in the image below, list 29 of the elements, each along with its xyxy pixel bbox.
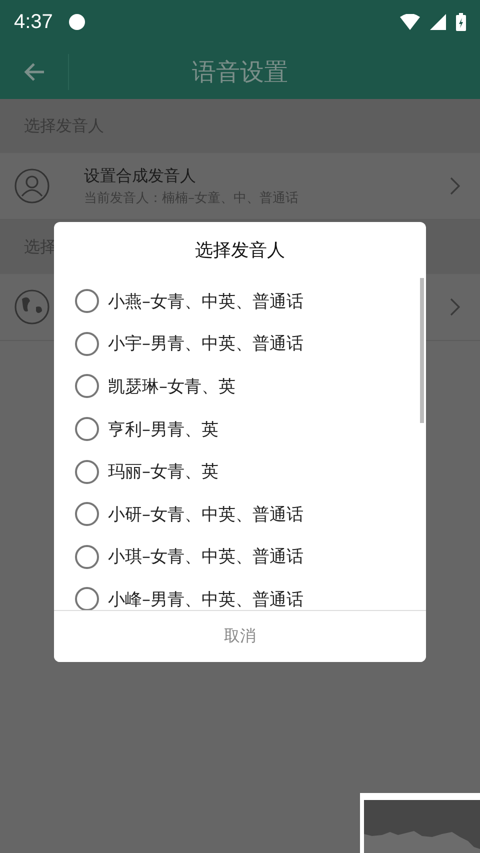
- scrollbar[interactable]: [420, 278, 424, 423]
- radio-button[interactable]: [75, 417, 99, 442]
- globe-icon: [14, 289, 50, 325]
- option-label[interactable]: 小峰–男青、中英、普通话: [108, 588, 304, 610]
- signal-icon: [430, 14, 446, 30]
- radio-button[interactable]: [75, 544, 99, 569]
- radio-button[interactable]: [75, 332, 99, 356]
- chevron-right-icon: [450, 177, 460, 195]
- row-title: 设置合成发音人: [84, 166, 197, 186]
- radio-button[interactable]: [75, 374, 99, 398]
- wifi-icon: [400, 14, 420, 30]
- option-label[interactable]: 小研–女青、中英、普通话: [108, 502, 304, 526]
- page-title: 语音设置: [192, 56, 288, 88]
- notification-dot-icon: [68, 14, 85, 30]
- option-label[interactable]: 小宇–男青、中英、普通话: [108, 332, 304, 356]
- radio-button[interactable]: [75, 502, 99, 526]
- dialog-title: 选择发音人: [194, 239, 286, 263]
- radio-button[interactable]: [75, 289, 99, 314]
- back-arrow-icon: [23, 62, 45, 82]
- status-time: 4:37: [14, 10, 53, 34]
- person-icon: [14, 168, 50, 204]
- radio-button[interactable]: [75, 460, 99, 484]
- option-label[interactable]: 凯瑟琳–女青、英: [108, 374, 236, 398]
- option-label[interactable]: 小燕–女青、中英、普通话: [108, 290, 304, 313]
- chevron-right-icon: [450, 298, 460, 316]
- option-label[interactable]: 亨利–男青、英: [108, 418, 218, 441]
- option-label[interactable]: 玛丽–女青、英: [108, 460, 218, 484]
- option-label[interactable]: 小琪–女青、中英、普通话: [108, 545, 304, 568]
- battery-icon: [456, 13, 466, 31]
